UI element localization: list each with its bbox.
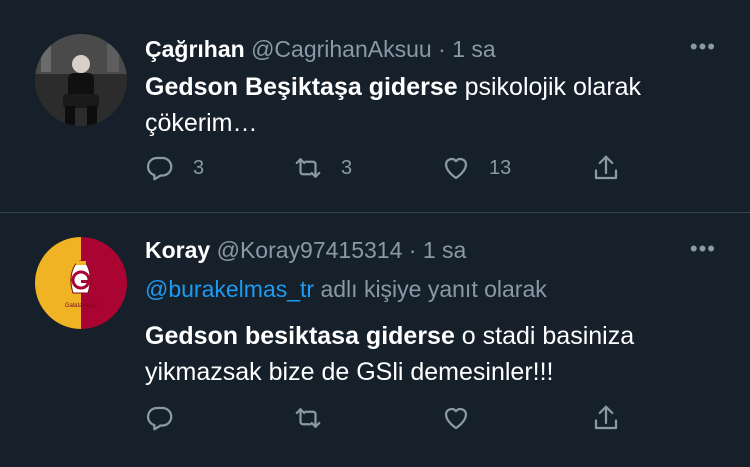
tweet-text-bold: Gedson Beşiktaşa giderse — [145, 73, 458, 101]
retweet-button[interactable] — [293, 403, 323, 433]
tweet[interactable]: Galatasaray Koray @Koray97415314 · 1 sa … — [0, 213, 750, 467]
reply-mention-link[interactable]: @burakelmas_tr — [145, 276, 314, 302]
action-bar — [145, 403, 635, 433]
share-button[interactable] — [591, 153, 621, 183]
display-name[interactable]: Çağrıhan — [145, 36, 245, 62]
like-icon — [444, 157, 468, 180]
more-icon[interactable]: ••• — [690, 34, 716, 60]
avatar-caption: Galatasaray — [65, 303, 97, 309]
share-icon — [594, 405, 618, 430]
share-button[interactable] — [591, 403, 621, 433]
retweet-count: 3 — [341, 156, 353, 179]
user-handle[interactable]: @Koray97415314 — [217, 237, 403, 263]
timestamp[interactable]: 1 sa — [423, 237, 466, 263]
share-icon — [594, 155, 618, 180]
retweet-icon — [295, 408, 321, 428]
separator-dot: · — [408, 237, 417, 263]
user-photo-avatar — [35, 34, 127, 126]
avatar[interactable] — [35, 34, 127, 126]
retweet-button[interactable]: 3 — [293, 153, 352, 183]
reply-to-text: adlı kişiye yanıt olarak — [314, 276, 547, 302]
like-button[interactable] — [441, 403, 471, 433]
tweet-text-bold: Gedson besiktasa giderse — [145, 322, 455, 350]
like-count: 13 — [489, 156, 512, 179]
reply-button[interactable]: 3 — [145, 153, 204, 183]
tweet-text: Gedson besiktasa giderse o stadi basiniz… — [145, 318, 715, 390]
avatar[interactable]: Galatasaray — [35, 237, 127, 329]
separator-dot: · — [438, 36, 446, 62]
timestamp[interactable]: 1 sa — [452, 36, 495, 62]
retweet-icon — [295, 158, 321, 178]
like-button[interactable]: 13 — [441, 153, 511, 183]
reply-button[interactable] — [145, 403, 175, 433]
like-icon — [444, 407, 468, 430]
tweet-header: Koray @Koray97415314 · 1 sa — [145, 237, 466, 264]
action-bar: 3 3 13 — [145, 153, 635, 183]
display-name[interactable]: Koray — [145, 237, 210, 263]
reply-icon — [146, 156, 173, 181]
replying-to: @burakelmas_tr adlı kişiye yanıt olarak — [145, 276, 547, 303]
tweet[interactable]: Çağrıhan @CagrihanAksuu · 1 sa ••• Gedso… — [0, 0, 750, 212]
reply-count: 3 — [193, 156, 205, 179]
user-handle[interactable]: @CagrihanAksuu — [251, 36, 432, 62]
more-icon[interactable]: ••• — [690, 236, 716, 262]
tweet-text: Gedson Beşiktaşa giderse psikolojik olar… — [145, 69, 715, 141]
galatasaray-logo-avatar: Galatasaray — [35, 237, 127, 329]
tweet-header: Çağrıhan @CagrihanAksuu · 1 sa — [145, 36, 496, 63]
reply-icon — [146, 406, 173, 431]
